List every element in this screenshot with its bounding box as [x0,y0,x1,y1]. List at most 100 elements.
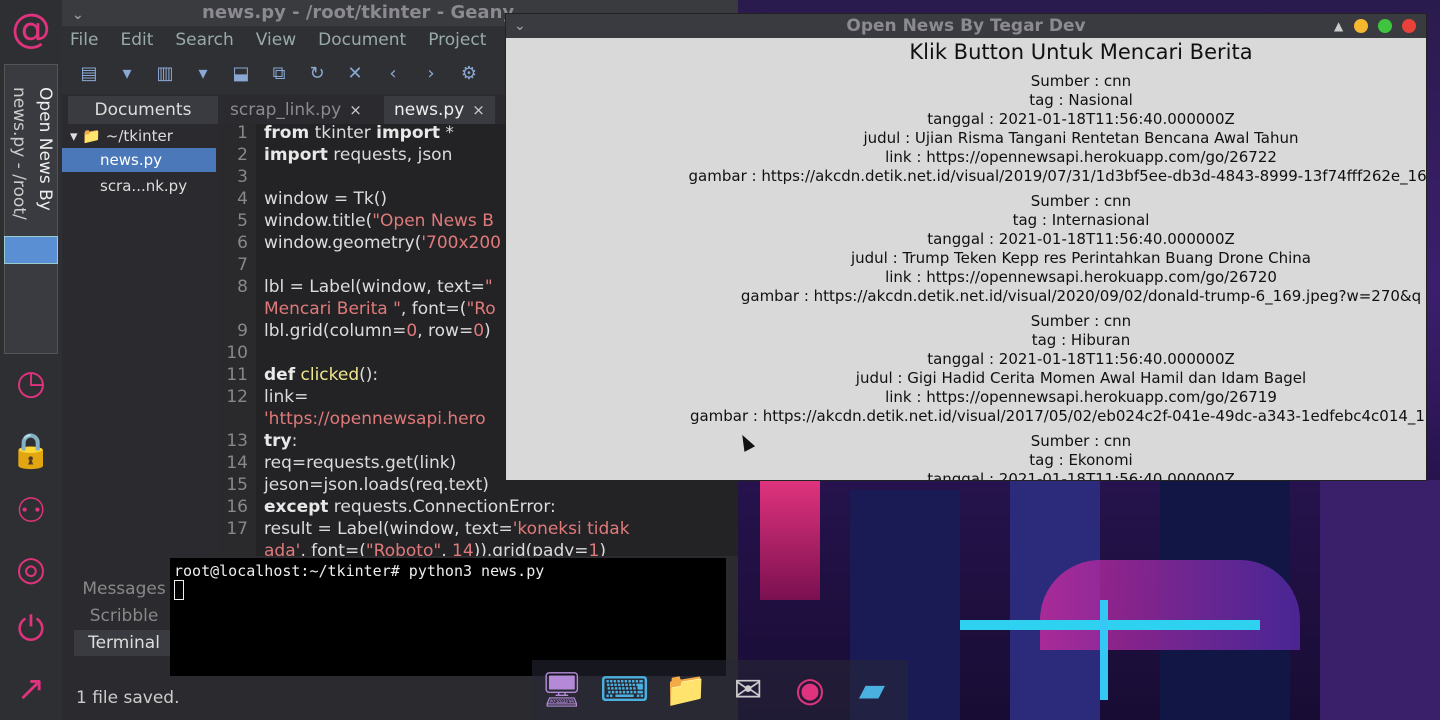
app-icon[interactable]: ◎ [6,544,56,594]
debian-logo-icon[interactable]: @ [8,4,54,54]
news-link: link : https://opennewsapi.herokuapp.com… [885,388,1277,406]
mail-icon[interactable]: ✉ [724,666,772,714]
tk-window-title: Open News By Tegar Dev [846,16,1086,36]
tk-titlebar[interactable]: ⌄ Open News By Tegar Dev ▲ [506,14,1426,38]
news-heading: Klik Button Untuk Mencari Berita [909,40,1253,64]
forward-icon[interactable]: › [416,59,446,89]
news-tanggal: tanggal : 2021-01-18T11:56:40.000000Z [927,230,1235,248]
code-token: , font=( [400,299,467,319]
code-token: import [376,124,441,143]
window-list[interactable]: Open News By news.py - /root/ [4,64,58,354]
tree-item-news[interactable]: news.py [62,148,216,172]
code-token: jeson=json.loads(req.text) [264,475,489,495]
code-text: lbl.grid(column=0, row=0) [264,320,491,342]
line-number: 10 [226,343,248,363]
power-icon[interactable]: ⏻ [6,604,56,654]
workspace-thumbnail[interactable] [4,236,58,264]
reload-icon[interactable]: ↻ [302,59,332,89]
tree-item-scrap-link[interactable]: scra...nk.py [100,174,187,198]
code-token: lbl = Label(window, text= [264,277,485,297]
open-file-icon[interactable]: ▥ [150,59,180,89]
maximize-icon[interactable] [1378,19,1392,33]
code-text: window.title("Open News B [264,210,494,232]
close-icon[interactable]: × [472,101,485,119]
news-link: link : https://opennewsapi.herokuapp.com… [885,268,1277,286]
news-tag: tag : Hiburan [1031,331,1131,349]
code-token: tkinter [309,124,377,143]
tab-documents[interactable]: Documents [68,96,218,124]
code-token: requests, json [327,145,453,165]
code-token: window = Tk() [264,189,388,209]
chevron-down-icon[interactable]: ⌄ [514,14,526,38]
desktop-icon[interactable]: 🖥 [538,666,586,714]
menu-document[interactable]: Document [318,30,406,50]
menu-file[interactable]: File [70,30,98,50]
chevron-down-icon[interactable]: ▾ [188,59,218,89]
minimize-icon[interactable] [1354,19,1368,33]
window-list-item-open-news[interactable]: Open News By [35,87,55,211]
tree-folder-label: ~/tkinter [105,127,173,145]
menu-search[interactable]: Search [175,30,233,50]
menu-view[interactable]: View [256,30,296,50]
terminal-cursor [174,580,184,600]
code-token: , font=( [300,541,366,556]
wallpaper-building [760,480,820,600]
line-number: 16 [226,497,248,517]
menu-edit[interactable]: Edit [120,30,153,50]
tab-messages[interactable]: Messages [74,576,174,602]
code-token: , row= [417,321,474,341]
chevron-down-icon[interactable]: ▾ [112,59,142,89]
news-gambar: gambar : https://akcdn.detik.net.id/visu… [688,167,1427,185]
taskbar: 🖥 ⌨ 📁 ✉ ◉ ▰ [532,660,908,720]
code-text: def clicked(): [264,364,378,386]
news-judul: judul : Gigi Hadid Cerita Momen Awal Ham… [855,369,1307,387]
code-token: ada' [264,541,301,556]
folder-icon[interactable]: 📁 [662,666,710,714]
line-number: 8 [237,277,248,297]
new-file-icon[interactable]: ▤ [74,59,104,89]
window-list-item-geany[interactable]: news.py - /root/ [9,87,29,220]
code-text: except requests.ConnectionError: [264,496,556,518]
code-token: "Open News B [372,211,494,231]
news-tag: tag : Nasional [1029,91,1133,109]
tab-scrap-link[interactable]: scrap_link.py × [220,96,372,124]
code-token: "Ro [466,299,496,319]
tree-folder[interactable]: ▾ 📁 ~/tkinter [70,124,173,148]
lock-icon[interactable]: 🔒 [6,426,56,476]
code-token: 'koneksi tidak [512,519,630,539]
code-token: except [264,497,329,517]
compile-icon[interactable]: ⚙ [454,59,484,89]
save-icon[interactable]: ⬓ [226,59,256,89]
news-tanggal: tanggal : 2021-01-18T11:56:40.000000Z [927,110,1235,128]
close-icon[interactable] [1402,19,1416,33]
code-token: def [264,365,296,385]
files-icon[interactable]: ▰ [848,666,896,714]
clock-icon[interactable]: ◷ [6,358,56,408]
terminal[interactable]: root@localhost:~/tkinter# python3 news.p… [170,558,726,676]
code-token: 'https://opennewsapi.hero [264,409,486,429]
tab-terminal[interactable]: Terminal [74,630,174,656]
close-icon[interactable]: ✕ [340,59,370,89]
close-icon[interactable]: × [349,101,362,119]
tab-scribble[interactable]: Scribble [74,603,174,629]
firefox-icon[interactable]: ◉ [786,666,834,714]
line-number: 4 [237,189,248,209]
menu-project[interactable]: Project [428,30,486,50]
terminal-icon[interactable]: ⌨ [600,666,649,714]
logout-icon[interactable]: ↗ [6,664,56,714]
code-token: : [291,431,298,451]
tab-news[interactable]: news.py × [384,96,495,124]
shade-icon[interactable]: ▲ [1334,14,1343,38]
save-all-icon[interactable]: ⧉ [264,59,294,89]
code-token: requests.ConnectionError: [328,497,556,517]
back-icon[interactable]: ‹ [378,59,408,89]
code-text: 'https://opennewsapi.hero [264,408,486,430]
tab-label: scrap_link.py [230,100,342,120]
chevron-down-icon[interactable]: ⌄ [72,2,84,28]
code-token: , [441,541,452,556]
code-token: 0 [473,321,485,341]
news-sumber: Sumber : cnn [1030,72,1132,90]
users-icon[interactable]: ⚇ [6,486,56,536]
code-token: Mencari Berita " [264,299,401,319]
code-token: from [264,124,310,143]
